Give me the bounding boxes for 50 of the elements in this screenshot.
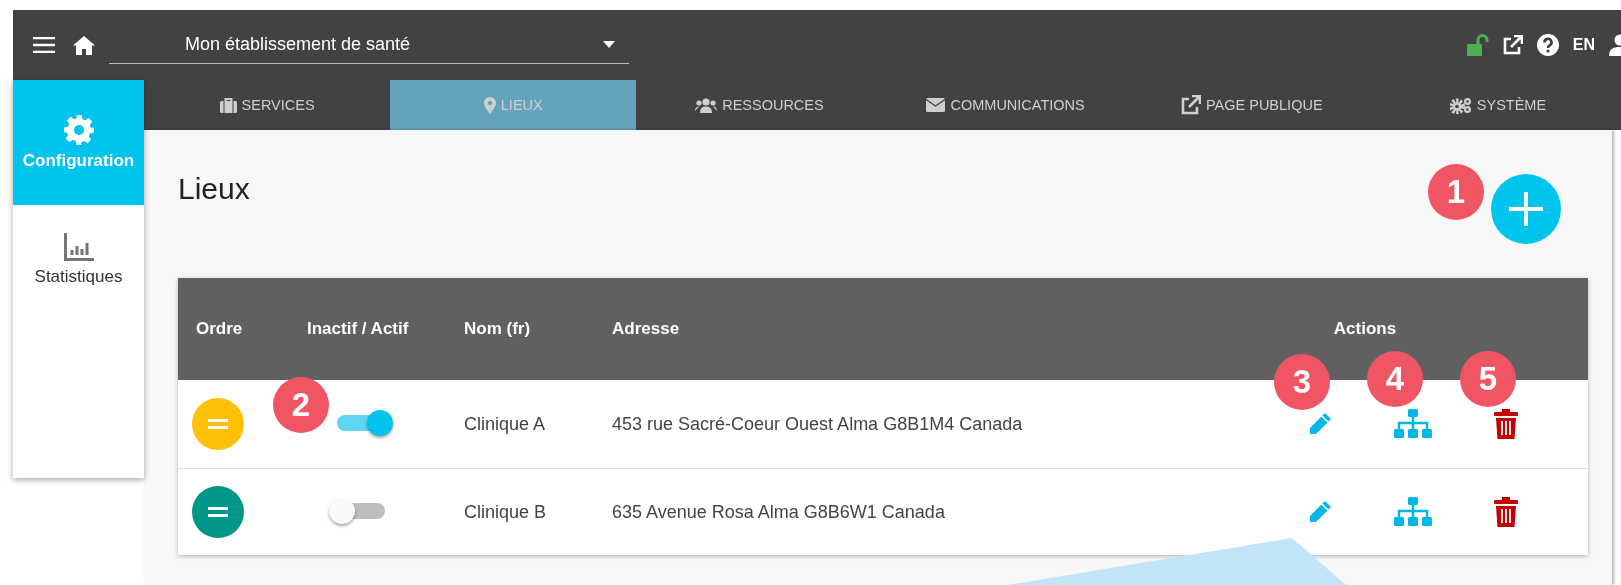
- table-cell-text: 453 rue Sacré-Coeur Ouest Alma G8B1M4 Canada: [611, 413, 1024, 435]
- column-header: Nom (fr): [463, 319, 532, 339]
- plus-icon: [1509, 192, 1543, 226]
- users-icon: [695, 97, 718, 113]
- pencil-icon: [1308, 500, 1332, 524]
- language-button[interactable]: EN: [1572, 36, 1595, 54]
- column-header: Actions: [1332, 319, 1398, 339]
- delete-button[interactable]: [1494, 497, 1518, 527]
- help-icon[interactable]: [1536, 34, 1559, 56]
- tab[interactable]: SERVICES: [144, 80, 391, 130]
- drag-handle[interactable]: [192, 486, 244, 538]
- delete-button[interactable]: [1494, 409, 1518, 439]
- gears-icon: [1449, 96, 1472, 114]
- column-header: Adresse: [611, 319, 681, 339]
- home-icon[interactable]: [73, 35, 95, 55]
- envelope-icon: [926, 98, 946, 112]
- table-cell-text: Clinique B: [463, 501, 548, 523]
- tab[interactable]: COMMUNICATIONS: [882, 80, 1129, 130]
- column-header: Ordre: [195, 319, 244, 339]
- hierarchy-button[interactable]: [1394, 409, 1432, 439]
- bar-chart-icon: [63, 233, 94, 261]
- sitemap-icon: [1394, 497, 1432, 527]
- edit-button[interactable]: [1308, 412, 1332, 436]
- tab[interactable]: RESSOURCES: [636, 80, 883, 130]
- sitemap-icon: [1394, 409, 1432, 439]
- gear-icon: [63, 114, 94, 145]
- trash-icon: [1494, 409, 1518, 439]
- drag-handle[interactable]: [192, 398, 244, 450]
- external-link-icon[interactable]: [1181, 95, 1201, 115]
- caret-icon: [603, 41, 615, 48]
- briefcase-icon: [219, 97, 237, 113]
- tab[interactable]: PAGE PUBLIQUE: [1128, 80, 1375, 130]
- table-cell-text: Clinique A: [463, 413, 547, 435]
- facility-select[interactable]: Mon établissement de santé: [109, 26, 629, 64]
- menu-icon[interactable]: [33, 37, 55, 53]
- equals-icon: [208, 507, 228, 517]
- map-pin-icon: [483, 96, 496, 114]
- edit-button[interactable]: [1308, 500, 1332, 524]
- lock-open-icon[interactable]: [1466, 34, 1489, 56]
- trash-icon: [1494, 497, 1518, 527]
- equals-icon: [208, 419, 228, 429]
- page-title: Lieux: [178, 171, 250, 206]
- user-icon[interactable]: [1609, 34, 1621, 56]
- hierarchy-button[interactable]: [1394, 497, 1432, 527]
- external-link-icon[interactable]: [1502, 35, 1523, 55]
- sidebar-item[interactable]: Statistiques: [13, 205, 144, 315]
- column-header: Inactif / Actif: [306, 319, 410, 339]
- pencil-icon: [1308, 412, 1332, 436]
- tab[interactable]: SYSTÈME: [1374, 80, 1621, 130]
- table-cell-text: 635 Avenue Rosa Alma G8B6W1 Canada: [611, 501, 946, 523]
